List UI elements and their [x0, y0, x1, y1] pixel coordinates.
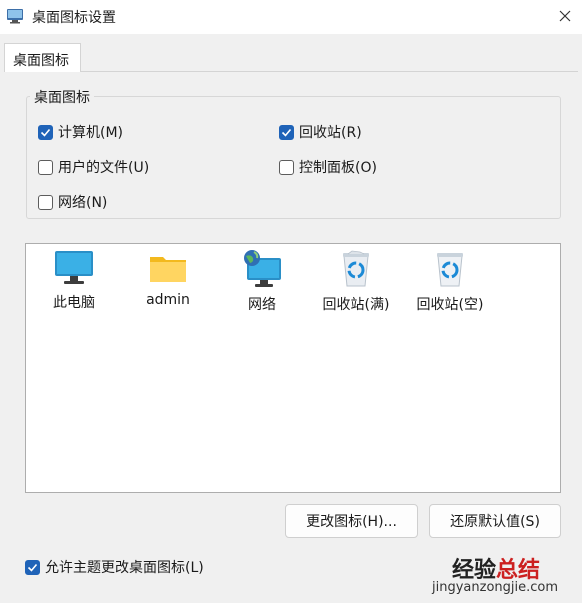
checkbox-label: 回收站(R) [299, 125, 362, 141]
recycle-bin-full-icon [343, 250, 369, 287]
restore-default-button[interactable]: 还原默认值(S) [429, 504, 561, 538]
checkmark-icon [40, 128, 51, 137]
checkmark-icon [27, 563, 38, 572]
checkbox-box[interactable] [38, 194, 53, 210]
icon-item-admin[interactable]: admin [123, 244, 213, 324]
icon-item-recycle-bin-full[interactable]: 回收站(满) [311, 244, 401, 324]
checkbox-allow-themes[interactable]: 允许主题更改桌面图标(L) [25, 557, 204, 577]
checkbox-label: 计算机(M) [58, 125, 124, 141]
network-icon [244, 250, 281, 287]
change-icon-button[interactable]: 更改图标(H)... [285, 504, 418, 538]
icon-label: 此电脑 [53, 295, 95, 311]
window-title: 桌面图标设置 [32, 10, 116, 26]
monitor-icon [55, 251, 93, 284]
icon-item-recycle-bin-empty[interactable]: 回收站(空) [405, 244, 495, 324]
checkbox-box[interactable] [38, 124, 53, 140]
icon-item-network[interactable]: 网络 [217, 244, 307, 324]
checkbox-box[interactable] [279, 124, 294, 140]
checkbox-computer[interactable]: 计算机(M) [38, 122, 123, 142]
checkmark-icon [281, 128, 292, 137]
checkbox-box[interactable] [25, 559, 40, 575]
icon-label: 回收站(满) [322, 297, 390, 313]
checkbox-box[interactable] [38, 159, 53, 175]
checkbox-label: 用户的文件(U) [58, 160, 150, 176]
watermark-url: jingyanzongjie.com [432, 580, 559, 595]
desktop-settings-icon [7, 9, 23, 24]
tab-desktop-icons[interactable]: 桌面图标 [4, 43, 81, 72]
icon-label: admin [146, 292, 190, 308]
checkbox-label: 允许主题更改桌面图标(L) [45, 560, 204, 576]
checkbox-user-files[interactable]: 用户的文件(U) [38, 157, 149, 177]
icon-list[interactable]: 此电脑 admin 网络 回收站(满) 回收站(空) [25, 243, 561, 493]
checkbox-box[interactable] [279, 159, 294, 175]
title-bar: 桌面图标设置 [0, 0, 582, 34]
icon-item-this-pc[interactable]: 此电脑 [29, 244, 119, 324]
recycle-bin-empty-icon [437, 253, 463, 287]
icon-label: 网络 [248, 297, 276, 313]
icon-label: 回收站(空) [416, 297, 484, 313]
group-legend: 桌面图标 [30, 87, 94, 107]
close-button[interactable] [550, 2, 580, 30]
close-icon [559, 10, 571, 22]
checkbox-label: 控制面板(O) [299, 160, 377, 176]
checkbox-control-panel[interactable]: 控制面板(O) [279, 157, 377, 177]
dialog-content: 桌面图标 桌面图标 计算机(M) 回收站(R) 用户的文件(U) 控制面板(O)… [0, 34, 582, 603]
checkbox-label: 网络(N) [58, 195, 108, 211]
checkbox-recycle-bin[interactable]: 回收站(R) [279, 122, 362, 142]
folder-icon [150, 257, 186, 282]
checkbox-network[interactable]: 网络(N) [38, 192, 107, 212]
